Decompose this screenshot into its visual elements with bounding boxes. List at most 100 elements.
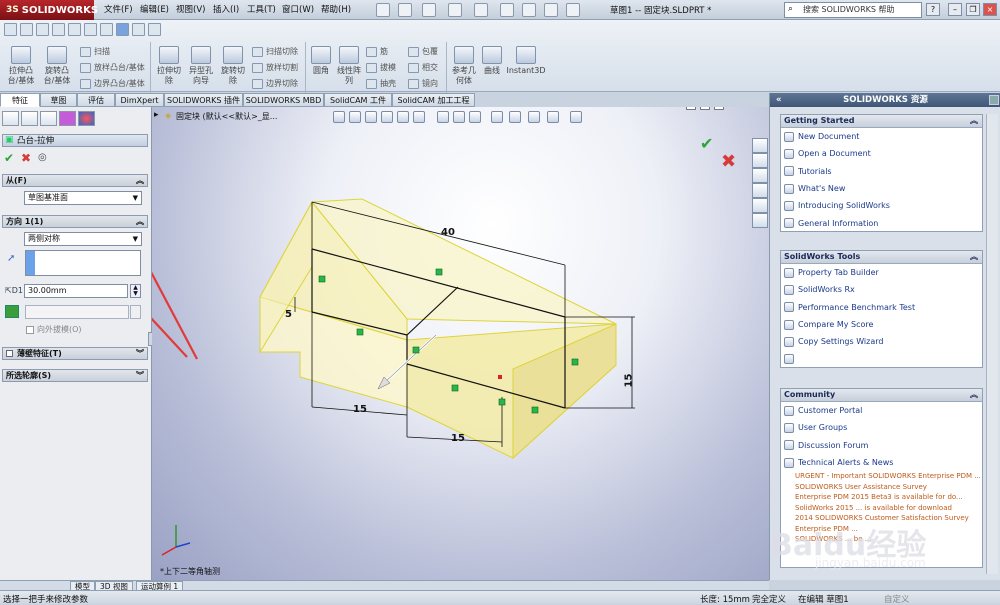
- preview-eye-icon[interactable]: ◎: [38, 152, 47, 163]
- community-header[interactable]: Community ︽: [781, 389, 982, 402]
- depth-spinner[interactable]: ▲ ▼: [130, 284, 141, 298]
- tab-dimxpert[interactable]: DimXpert: [115, 93, 164, 107]
- direction1-section-header[interactable]: 方向 1(1) ︽: [2, 215, 148, 228]
- alert-item[interactable]: SolidWorks 2015 ... is available for dow…: [781, 503, 982, 514]
- select-icon[interactable]: [500, 3, 514, 17]
- save-icon[interactable]: [422, 3, 436, 17]
- benchmark-link[interactable]: Performance Benchmark Test: [781, 299, 982, 316]
- help-search-input[interactable]: 搜索 SOLIDWORKS 帮助: [784, 2, 922, 18]
- property-tab-builder-link[interactable]: Property Tab Builder: [781, 264, 982, 281]
- tab-addins[interactable]: SOLIDWORKS 插件: [164, 93, 243, 107]
- view-cube-icon[interactable]: [68, 23, 81, 36]
- loft-button[interactable]: 放样凸台/基体: [80, 62, 145, 73]
- wrap-button[interactable]: 包覆: [408, 46, 438, 57]
- collapse-arrows-icon[interactable]: «: [776, 93, 782, 107]
- draft-outward-option[interactable]: 向外拔模(O): [26, 324, 82, 335]
- boundary-boss-button[interactable]: 边界凸台/基体: [80, 78, 145, 89]
- appearances-icon[interactable]: [752, 198, 768, 213]
- compare-score-link[interactable]: Compare My Score: [781, 316, 982, 333]
- sweep-button[interactable]: 扫描: [80, 46, 110, 57]
- tab-evaluate[interactable]: 评估: [77, 93, 115, 107]
- open-document-link[interactable]: Open a Document: [781, 145, 982, 162]
- draft-button[interactable]: 拔模: [366, 62, 396, 73]
- menu-insert[interactable]: 插入(I): [213, 3, 239, 17]
- help-dropdown-icon[interactable]: ?: [926, 3, 940, 16]
- ref-geometry-button[interactable]: 参考几何体: [450, 46, 478, 86]
- undo-icon[interactable]: [474, 3, 488, 17]
- feature-tree-icon[interactable]: [2, 111, 19, 126]
- restore-button[interactable]: ❐: [966, 3, 980, 16]
- dimension-width-front[interactable]: 15: [353, 404, 367, 415]
- extrude-boss-button[interactable]: 拉伸凸台/基体: [4, 46, 38, 86]
- dimxpert-icon[interactable]: [59, 111, 76, 126]
- print-icon[interactable]: [448, 3, 462, 17]
- direction-selection-box[interactable]: [25, 250, 141, 276]
- intersect-button[interactable]: 相交: [408, 62, 438, 73]
- view-cube-icon[interactable]: [20, 23, 33, 36]
- rib-button[interactable]: 筋: [366, 46, 388, 57]
- view-palette-icon[interactable]: [752, 183, 768, 198]
- tutorials-link[interactable]: Tutorials: [781, 163, 982, 180]
- revolve-boss-button[interactable]: 旋转凸台/基体: [40, 46, 74, 86]
- solidworks-rx-link[interactable]: SolidWorks Rx: [781, 281, 982, 298]
- menu-view[interactable]: 视图(V): [176, 3, 205, 17]
- rebuild-icon[interactable]: [522, 3, 536, 17]
- custom-properties-icon[interactable]: [752, 213, 768, 228]
- dimension-length[interactable]: 40: [441, 227, 455, 238]
- linear-pattern-button[interactable]: 线性阵列: [336, 46, 362, 86]
- configuration-icon[interactable]: [40, 111, 57, 126]
- fillet-button[interactable]: 圆角: [308, 46, 334, 76]
- mirror-button[interactable]: 镜向: [408, 78, 438, 89]
- new-document-link[interactable]: New Document: [781, 128, 982, 145]
- alert-item[interactable]: SOLIDWORKS User Assistance Survey: [781, 482, 982, 493]
- tab-solidcam-stock[interactable]: SolidCAM 工件: [324, 93, 392, 107]
- view-cube-icon[interactable]: [84, 23, 97, 36]
- dimension-height-left[interactable]: 5: [285, 309, 292, 320]
- menu-window[interactable]: 窗口(W): [282, 3, 314, 17]
- hole-wizard-button[interactable]: 异型孔向导: [186, 46, 216, 86]
- technical-alerts-link[interactable]: Technical Alerts & News: [781, 454, 982, 471]
- tools-header[interactable]: SolidWorks Tools ︽: [781, 251, 982, 264]
- draft-spinner[interactable]: [130, 305, 141, 319]
- task-pane-scrollbar[interactable]: [986, 114, 998, 574]
- view-cube-icon[interactable]: [36, 23, 49, 36]
- general-info-link[interactable]: General Information: [781, 214, 982, 231]
- end-condition-select[interactable]: 两侧对称 ▼: [24, 232, 142, 246]
- curves-button[interactable]: 曲线: [480, 46, 504, 76]
- file-explorer-icon[interactable]: [752, 168, 768, 183]
- shell-button[interactable]: 抽壳: [366, 78, 396, 89]
- whats-new-link[interactable]: What's New: [781, 180, 982, 197]
- menu-help[interactable]: 帮助(H): [321, 3, 351, 17]
- view-cube-icon[interactable]: [116, 23, 129, 36]
- open-icon[interactable]: [398, 3, 412, 17]
- sweep-cut-button[interactable]: 扫描切除: [252, 46, 298, 57]
- alert-item[interactable]: Enterprise PDM 2015 Beta3 is available f…: [781, 492, 982, 503]
- tab-features[interactable]: 特征: [0, 93, 40, 107]
- view-cube-icon[interactable]: [52, 23, 65, 36]
- dimension-width-step[interactable]: 15: [451, 433, 465, 444]
- loft-cut-button[interactable]: 放样切割: [252, 62, 298, 73]
- home-icon[interactable]: [752, 138, 768, 153]
- graphics-area[interactable]: ▸ ◈ 固定块 (默认<<默认>_显... ✔ ✖ 40 5 15 15 15 …: [152, 107, 769, 580]
- from-condition-select[interactable]: 草图基准面 ▼: [24, 191, 142, 205]
- alert-item[interactable]: URGENT - Important SOLIDWORKS Enterprise…: [781, 471, 982, 482]
- tab-sketch[interactable]: 草图: [40, 93, 77, 107]
- close-button[interactable]: ×: [983, 3, 997, 16]
- view-cube-icon[interactable]: [132, 23, 145, 36]
- thin-feature-checkbox[interactable]: [6, 350, 13, 357]
- introducing-link[interactable]: Introducing SolidWorks: [781, 197, 982, 214]
- draft-toggle-icon[interactable]: [5, 305, 19, 318]
- new-document-icon[interactable]: [376, 3, 390, 17]
- ok-check-icon[interactable]: ✔: [4, 151, 14, 165]
- boundary-cut-button[interactable]: 边界切除: [252, 78, 298, 89]
- from-section-header[interactable]: 从(F) ︽: [2, 174, 148, 187]
- extrude-cut-button[interactable]: 拉伸切除: [154, 46, 184, 86]
- solidworks-logo[interactable]: 3S SOLIDWORKS: [0, 0, 98, 20]
- customer-portal-link[interactable]: Customer Portal: [781, 402, 982, 419]
- pin-icon[interactable]: [989, 95, 999, 105]
- cancel-x-icon[interactable]: ✖: [21, 151, 31, 165]
- discussion-forum-link[interactable]: Discussion Forum: [781, 437, 982, 454]
- status-custom[interactable]: 自定义: [884, 593, 910, 605]
- options-icon[interactable]: [566, 3, 580, 17]
- thin-feature-header[interactable]: 薄壁特征(T) ︾: [2, 347, 148, 360]
